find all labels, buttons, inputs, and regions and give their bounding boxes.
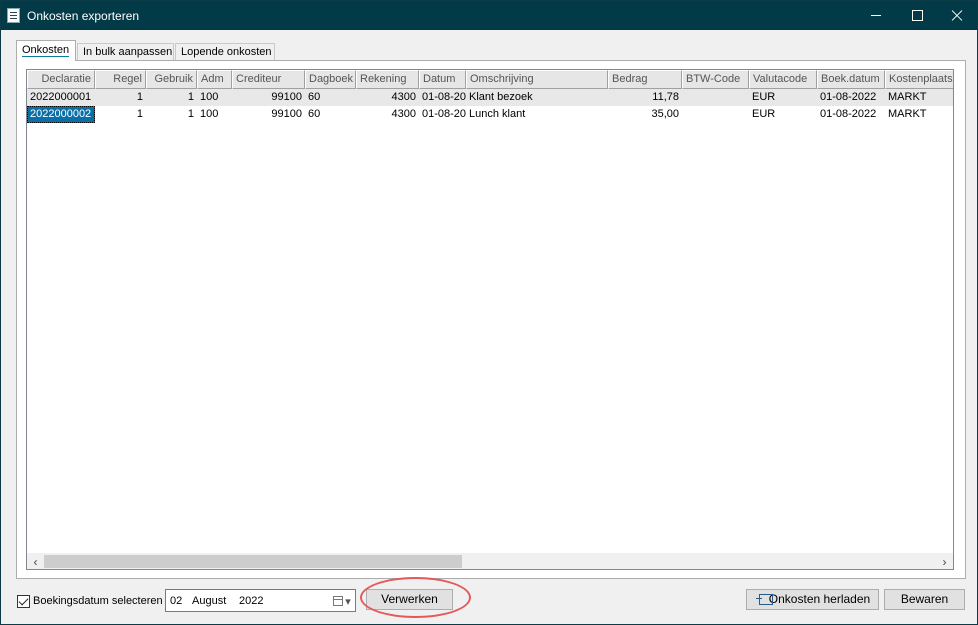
reload-icon bbox=[756, 594, 773, 605]
column-header-boek-datum[interactable]: Boek.datum bbox=[817, 70, 885, 89]
column-header-gebruik[interactable]: Gebruik bbox=[146, 70, 197, 89]
scroll-thumb[interactable] bbox=[44, 555, 462, 568]
cell-valutacode[interactable]: EUR bbox=[749, 106, 817, 123]
cell-omschrijving[interactable]: Klant bezoek bbox=[466, 89, 608, 106]
tab-panel: Declaratie Regel Gebruik Adm Crediteur D… bbox=[16, 60, 966, 579]
column-header-declaratie[interactable]: Declaratie bbox=[27, 70, 95, 89]
highlight-annotation bbox=[360, 577, 471, 618]
scroll-right-icon[interactable]: › bbox=[936, 553, 953, 569]
reload-expenses-button[interactable]: Onkosten herladen bbox=[746, 589, 879, 610]
cell-btw-code[interactable] bbox=[682, 89, 749, 106]
column-header-datum[interactable]: Datum bbox=[419, 70, 466, 89]
cell-bedrag[interactable]: 11,78 bbox=[608, 89, 682, 106]
cell-crediteur[interactable]: 99100 bbox=[232, 106, 305, 123]
tab-in-bulk-aanpassen[interactable]: In bulk aanpassen bbox=[77, 43, 174, 61]
cell-rekening[interactable]: 4300 bbox=[356, 89, 419, 106]
tab-lopende-onkosten[interactable]: Lopende onkosten bbox=[175, 43, 275, 61]
cell-kostenplaats[interactable]: MARKT bbox=[885, 106, 953, 123]
grid-header: Declaratie Regel Gebruik Adm Crediteur D… bbox=[27, 70, 953, 89]
cell-bedrag[interactable]: 35,00 bbox=[608, 106, 682, 123]
column-header-btw-code[interactable]: BTW-Code bbox=[682, 70, 749, 89]
checkbox-label: Boekingsdatum selecteren bbox=[33, 595, 163, 607]
column-header-bedrag[interactable]: Bedrag bbox=[608, 70, 682, 89]
date-month[interactable]: August bbox=[192, 595, 226, 607]
cell-dagboek[interactable]: 60 bbox=[305, 89, 356, 106]
cell-omschrijving[interactable]: Lunch klant bbox=[466, 106, 608, 123]
title-bar: Onkosten exporteren bbox=[1, 1, 977, 30]
column-header-kostenplaats[interactable]: Kostenplaats bbox=[885, 70, 953, 89]
cell-gebruik[interactable]: 1 bbox=[146, 89, 197, 106]
cell-boek-datum[interactable]: 01-08-2022 bbox=[817, 89, 885, 106]
column-header-rekening[interactable]: Rekening bbox=[356, 70, 419, 89]
date-year[interactable]: 2022 bbox=[239, 595, 263, 607]
column-header-crediteur[interactable]: Crediteur bbox=[232, 70, 305, 89]
window-title: Onkosten exporteren bbox=[27, 9, 140, 23]
cell-declaratie[interactable]: 2022000001 bbox=[27, 89, 95, 106]
cell-rekening[interactable]: 4300 bbox=[356, 106, 419, 123]
cell-valutacode[interactable]: EUR bbox=[749, 89, 817, 106]
tab-onkosten[interactable]: Onkosten bbox=[16, 40, 76, 61]
chevron-down-icon: ▾ bbox=[345, 595, 351, 608]
horizontal-scrollbar[interactable]: ‹ › bbox=[27, 553, 953, 569]
cell-datum[interactable]: 01-08-20 bbox=[419, 106, 466, 123]
booking-date-picker[interactable]: 02 August 2022 ▾ bbox=[165, 589, 356, 612]
minimize-icon[interactable] bbox=[853, 1, 899, 30]
column-header-dagboek[interactable]: Dagboek bbox=[305, 70, 356, 89]
column-header-adm[interactable]: Adm bbox=[197, 70, 232, 89]
export-window: Onkosten exporteren Onkosten In bulk aan… bbox=[0, 0, 978, 625]
boekingsdatum-checkbox[interactable] bbox=[17, 595, 30, 608]
close-icon[interactable] bbox=[933, 1, 978, 30]
cell-adm[interactable]: 100 bbox=[197, 106, 232, 123]
table-row[interactable]: 2022000001 1 1 100 99100 60 4300 01-08-2… bbox=[27, 89, 953, 106]
date-day[interactable]: 02 bbox=[170, 595, 182, 607]
scroll-left-icon[interactable]: ‹ bbox=[27, 553, 44, 569]
column-header-omschrijving[interactable]: Omschrijving bbox=[466, 70, 608, 89]
cell-gebruik[interactable]: 1 bbox=[146, 106, 197, 123]
footer-bar: Boekingsdatum selecteren 02 August 2022 … bbox=[1, 577, 977, 623]
column-header-regel[interactable]: Regel bbox=[95, 70, 146, 89]
save-button[interactable]: Bewaren bbox=[884, 589, 965, 610]
expense-grid[interactable]: Declaratie Regel Gebruik Adm Crediteur D… bbox=[26, 69, 954, 570]
table-row[interactable]: 2022000002 1 1 100 99100 60 4300 01-08-2… bbox=[27, 106, 953, 123]
cell-adm[interactable]: 100 bbox=[197, 89, 232, 106]
document-icon bbox=[7, 8, 20, 23]
cell-boek-datum[interactable]: 01-08-2022 bbox=[817, 106, 885, 123]
calendar-dropdown-button[interactable]: ▾ bbox=[330, 594, 354, 608]
calendar-icon bbox=[333, 596, 344, 606]
column-header-valutacode[interactable]: Valutacode bbox=[749, 70, 817, 89]
cell-btw-code[interactable] bbox=[682, 106, 749, 123]
cell-datum[interactable]: 01-08-20 bbox=[419, 89, 466, 106]
cell-crediteur[interactable]: 99100 bbox=[232, 89, 305, 106]
cell-declaratie-selected[interactable]: 2022000002 bbox=[27, 106, 95, 123]
reload-button-label: Onkosten herladen bbox=[768, 592, 871, 606]
cell-regel[interactable]: 1 bbox=[95, 89, 146, 106]
cell-kostenplaats[interactable]: MARKT bbox=[885, 89, 953, 106]
cell-dagboek[interactable]: 60 bbox=[305, 106, 356, 123]
cell-regel[interactable]: 1 bbox=[95, 106, 146, 123]
